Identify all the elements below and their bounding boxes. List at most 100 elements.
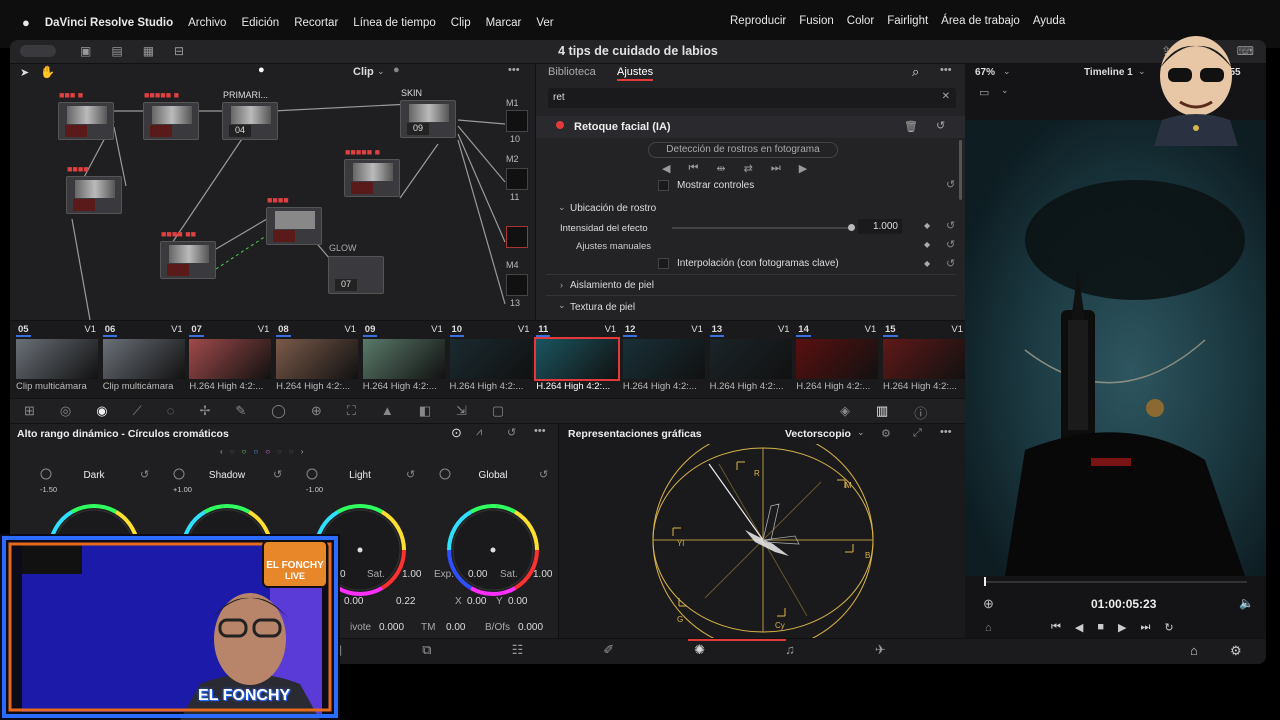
wheel-knob[interactable] [40, 468, 52, 480]
track-forward-icon[interactable]: ▶ [799, 162, 807, 175]
section-aislamiento[interactable]: Aislamiento de piel [570, 280, 654, 291]
scope-mode-select[interactable]: Vectorscopio [785, 428, 851, 440]
more-icon[interactable]: ••• [940, 426, 952, 438]
search-input[interactable]: ret ✕ [548, 88, 956, 108]
node-7[interactable]: ■■■■ ■■ [160, 229, 216, 279]
page-edit-icon[interactable]: ☷ [512, 642, 524, 658]
intensity-value-field[interactable]: 1.000 [858, 219, 902, 234]
sat2-field[interactable]: 1.00 [533, 569, 552, 580]
step-forward-icon[interactable]: ⏭ [771, 162, 781, 175]
magic-mask-icon[interactable]: ⛶ [347, 403, 356, 419]
expand-icon[interactable]: ⤢ [913, 427, 922, 440]
menu-fusion[interactable]: Fusion [799, 15, 834, 27]
keyframes-icon[interactable]: ◈ [840, 403, 850, 422]
clip-thumbnail[interactable]: 08 V1 H.264 High 4:2:... [274, 323, 360, 397]
node-6[interactable]: ■■■■■ ■ [344, 147, 400, 197]
menu-ayuda[interactable]: Ayuda [1033, 15, 1065, 27]
node-2[interactable]: ■■■■■ ■ [143, 90, 199, 140]
reset-icon[interactable]: ↺ [539, 468, 548, 481]
keyframe-icon[interactable]: ◆ [924, 240, 930, 249]
node-skin[interactable]: SKIN 09 [400, 88, 456, 138]
menu-linea-tiempo[interactable]: Línea de tiempo [353, 17, 435, 29]
clip-thumbnail[interactable]: 06 V1 Clip multicámara [101, 323, 187, 397]
reset-icon[interactable]: ↺ [140, 468, 149, 481]
menu-area-trabajo[interactable]: Área de trabajo [941, 15, 1020, 27]
more-icon[interactable]: ••• [534, 425, 546, 437]
motion-effects-icon[interactable]: ◌ [167, 403, 175, 419]
color-match-icon[interactable]: ◎ [60, 403, 71, 419]
reset-icon[interactable]: ↺ [946, 178, 955, 191]
menu-archivo[interactable]: Archivo [188, 17, 226, 29]
menu-clip[interactable]: Clip [451, 17, 471, 29]
track-both-icon[interactable]: ⇹ [716, 162, 725, 175]
viewer-options-icon[interactable]: ⊕ [983, 596, 994, 612]
zoom-select[interactable]: 67% [975, 67, 995, 78]
skip-start-icon[interactable]: ⏮ [1051, 621, 1061, 634]
show-controls-checkbox[interactable] [658, 180, 669, 191]
detect-faces-button[interactable]: Detección de rostros en fotograma [648, 142, 838, 158]
reset-icon[interactable]: ↺ [936, 119, 945, 132]
menu-fairlight[interactable]: Fairlight [887, 15, 928, 27]
scopes-icon[interactable]: ▥ [876, 403, 888, 422]
skip-end-icon[interactable]: ⏭ [1141, 621, 1151, 634]
node-primari[interactable]: PRIMARI... 04 [222, 90, 278, 140]
menu-color[interactable]: Color [847, 15, 874, 27]
window-icon[interactable]: ◯ [271, 403, 286, 419]
camera-raw-icon[interactable]: ⊞ [24, 403, 35, 419]
menu-recortar[interactable]: Recortar [294, 17, 338, 29]
color-wheels-icon[interactable]: ◉ [96, 403, 107, 419]
timeline-select[interactable]: Timeline 1 [1084, 67, 1133, 78]
pivot-field[interactable]: 0.000 [379, 622, 404, 633]
effect-header[interactable]: Retoque facial (IA) 🗑 ↺ [536, 116, 966, 138]
reset-icon[interactable]: ↺ [946, 257, 955, 270]
bofs-field[interactable]: 0.000 [518, 622, 543, 633]
bars-icon[interactable]: ⩘ [476, 426, 482, 439]
x-field[interactable]: 0.00 [467, 596, 486, 607]
tm-field[interactable]: 0.00 [446, 622, 465, 633]
menu-reproducir[interactable]: Reproducir [730, 15, 786, 27]
chevron-down-icon[interactable]: ⌄ [558, 300, 566, 311]
clip-thumbnail[interactable]: 05 V1 Clip multicámara [14, 323, 100, 397]
page-color-icon[interactable]: ✺ [694, 642, 705, 658]
app-menu[interactable]: DaVinci Resolve Studio [45, 17, 173, 29]
tracker-icon[interactable]: ⊕ [311, 403, 322, 419]
chevron-down-icon[interactable]: ⌄ [857, 427, 865, 438]
viewer-mode-icon[interactable]: ▭ [979, 86, 989, 99]
chevron-down-icon[interactable]: ⌄ [558, 202, 566, 213]
zone-selector[interactable]: ‹ ○ ○ ○ ○ ○ ○ › [220, 447, 303, 456]
clip-thumbnail[interactable]: 11 V1 H.264 High 4:2:... [534, 323, 621, 397]
exp-field[interactable]: 0.00 [468, 569, 487, 580]
curves-icon[interactable]: ✢ [199, 403, 210, 419]
trash-icon[interactable]: 🗑 [904, 120, 918, 133]
track-back-icon[interactable]: ◀ [662, 162, 670, 175]
node-5[interactable]: ■■■■ [66, 164, 122, 214]
clip-thumbnail[interactable]: 07 V1 H.264 High 4:2:... [187, 323, 273, 397]
settings-icon[interactable]: ⚙ [881, 427, 891, 440]
page-cut-icon[interactable]: ⧉ [422, 642, 431, 658]
effect-enable-icon[interactable] [556, 121, 564, 129]
reset-icon[interactable]: ↺ [946, 219, 955, 232]
reset-icon[interactable]: ↺ [946, 238, 955, 251]
blur-icon[interactable]: ▲ [381, 403, 394, 419]
node-editor[interactable]: ➤ ✋ ● Clip ⌄ ● ••• ■■■ ■ ■■■■■ ■ PRIMARI… [10, 64, 535, 320]
sat-field[interactable]: 1.00 [402, 569, 421, 580]
stop-icon[interactable]: ■ [1097, 621, 1104, 634]
loop-icon[interactable]: ↻ [1164, 621, 1173, 634]
wheel-knob[interactable] [439, 468, 451, 480]
clip-thumbnail[interactable]: 15 V1 H.264 High 4:2:... [881, 323, 967, 397]
chevron-right-icon[interactable]: › [560, 280, 563, 290]
clip-thumbnail[interactable]: 13 V1 H.264 High 4:2:... [708, 323, 794, 397]
clip-thumbnail[interactable]: 10 V1 H.264 High 4:2:... [448, 323, 534, 397]
color-wheel[interactable] [447, 504, 539, 596]
rgb-mixer-icon[interactable]: ⟋ [133, 403, 142, 419]
video-frame[interactable] [965, 120, 1266, 576]
settings-icon[interactable]: ⚙ [1230, 643, 1242, 659]
keyframe-icon[interactable]: ◆ [924, 259, 930, 268]
menu-ver[interactable]: Ver [536, 17, 553, 29]
search-icon[interactable]: ⌕ [912, 64, 919, 80]
wheel-knob[interactable] [173, 468, 185, 480]
page-fairlight-icon[interactable]: ♫ [785, 642, 795, 658]
swap-icon[interactable]: ⇄ [744, 162, 753, 175]
clip-thumbnail[interactable]: 09 V1 H.264 High 4:2:... [361, 323, 447, 397]
page-deliver-icon[interactable]: ✈ [875, 642, 886, 658]
